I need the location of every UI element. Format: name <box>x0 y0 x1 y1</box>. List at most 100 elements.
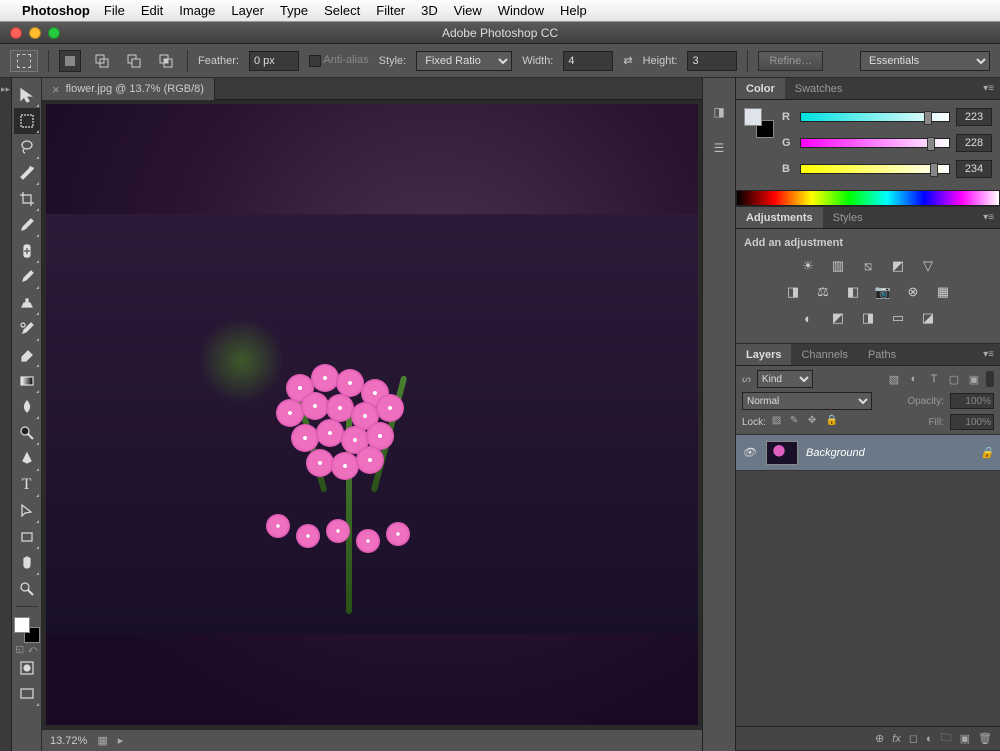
adjustments-panel-menu-icon[interactable]: ▾≡ <box>977 207 1000 228</box>
swap-colors-icon[interactable]: ⤺ <box>28 644 38 655</box>
history-brush-tool[interactable] <box>14 316 40 342</box>
zoom-tool[interactable] <box>14 576 40 602</box>
new-layer-icon[interactable]: ▣ <box>960 732 970 745</box>
doc-info-arrow-icon[interactable]: ▸ <box>118 734 124 747</box>
filter-shape-icon[interactable]: ▢ <box>946 371 962 387</box>
dodge-tool[interactable] <box>14 420 40 446</box>
menu-image[interactable]: Image <box>179 3 215 18</box>
curves-icon[interactable]: ⧅ <box>858 257 878 275</box>
channel-mixer-icon[interactable]: ⊗ <box>903 283 923 301</box>
window-minimize-button[interactable] <box>29 27 41 39</box>
foreground-color-swatch[interactable] <box>14 617 30 633</box>
layer-style-icon[interactable]: fx <box>892 733 901 745</box>
menu-window[interactable]: Window <box>498 3 544 18</box>
tab-paths[interactable]: Paths <box>858 344 906 365</box>
crop-tool[interactable] <box>14 186 40 212</box>
color-ramp[interactable] <box>736 190 1000 206</box>
color-panel-menu-icon[interactable]: ▾≡ <box>977 78 1000 99</box>
doc-info-icon[interactable]: ▦ <box>97 734 107 747</box>
layer-mask-icon[interactable]: ◻ <box>909 732 918 745</box>
tab-color[interactable]: Color <box>736 78 785 99</box>
layer-filter-kind[interactable]: Kind <box>757 370 813 388</box>
exposure-icon[interactable]: ◩ <box>888 257 908 275</box>
link-layers-icon[interactable]: ⊕ <box>875 732 884 745</box>
selection-new-icon[interactable] <box>59 50 81 72</box>
layer-row[interactable]: 👁 Background 🔒 <box>736 435 1000 471</box>
menu-select[interactable]: Select <box>324 3 360 18</box>
style-select[interactable]: Fixed Ratio <box>416 51 512 71</box>
type-tool[interactable]: T <box>14 472 40 498</box>
b-slider[interactable] <box>800 164 950 174</box>
workspace-switcher[interactable]: Essentials <box>860 51 990 71</box>
menu-edit[interactable]: Edit <box>141 3 163 18</box>
tab-swatches[interactable]: Swatches <box>785 78 853 99</box>
eyedropper-tool[interactable] <box>14 212 40 238</box>
b-input[interactable] <box>956 160 992 178</box>
layer-visibility-icon[interactable]: 👁 <box>742 446 758 459</box>
path-selection-tool[interactable] <box>14 498 40 524</box>
layer-name[interactable]: Background <box>806 447 865 459</box>
rectangle-tool[interactable] <box>14 524 40 550</box>
move-tool[interactable] <box>14 82 40 108</box>
history-panel-icon[interactable]: ◨ <box>709 104 729 120</box>
layers-panel-menu-icon[interactable]: ▾≡ <box>977 344 1000 365</box>
width-input[interactable] <box>563 51 613 71</box>
lock-image-icon[interactable]: ✎ <box>790 415 804 429</box>
filter-smart-icon[interactable]: ▣ <box>966 371 982 387</box>
menu-filter[interactable]: Filter <box>376 3 405 18</box>
hand-tool[interactable] <box>14 550 40 576</box>
menu-type[interactable]: Type <box>280 3 308 18</box>
left-collapse-strip[interactable]: ▸▸ <box>0 78 12 751</box>
window-zoom-button[interactable] <box>48 27 60 39</box>
selection-subtract-icon[interactable] <box>123 50 145 72</box>
window-close-button[interactable] <box>10 27 22 39</box>
menu-file[interactable]: File <box>104 3 125 18</box>
filter-toggle-icon[interactable] <box>986 371 994 387</box>
fill-adjustment-layer-icon[interactable]: ◐ <box>926 733 933 745</box>
tool-preset-picker[interactable] <box>10 50 38 72</box>
app-name[interactable]: Photoshop <box>22 3 90 18</box>
refine-edge-button[interactable]: Refine… <box>758 51 823 71</box>
invert-icon[interactable]: ◐ <box>798 309 818 327</box>
r-slider[interactable] <box>800 112 950 122</box>
brightness-contrast-icon[interactable]: ☀ <box>798 257 818 275</box>
posterize-icon[interactable]: ◩ <box>828 309 848 327</box>
black-white-icon[interactable]: ◧ <box>843 283 863 301</box>
lock-transparent-icon[interactable]: ▨ <box>772 415 786 429</box>
tab-adjustments[interactable]: Adjustments <box>736 207 823 228</box>
selection-intersect-icon[interactable] <box>155 50 177 72</box>
blur-tool[interactable] <box>14 394 40 420</box>
vibrance-icon[interactable]: ▽ <box>918 257 938 275</box>
gradient-map-icon[interactable]: ▭ <box>888 309 908 327</box>
color-panel-swatches[interactable] <box>744 108 774 138</box>
pen-tool[interactable] <box>14 446 40 472</box>
tab-layers[interactable]: Layers <box>736 344 791 365</box>
color-swatches[interactable] <box>14 617 40 643</box>
selective-color-icon[interactable]: ◪ <box>918 309 938 327</box>
r-input[interactable] <box>956 108 992 126</box>
feather-input[interactable] <box>249 51 299 71</box>
lasso-tool[interactable] <box>14 134 40 160</box>
tab-styles[interactable]: Styles <box>823 207 873 228</box>
photo-filter-icon[interactable]: 📷 <box>873 283 893 301</box>
eraser-tool[interactable] <box>14 342 40 368</box>
swap-wh-icon[interactable]: ⇄ <box>623 54 632 67</box>
opacity-input[interactable] <box>950 393 994 409</box>
screen-mode-icon[interactable] <box>14 681 40 707</box>
tab-channels[interactable]: Channels <box>791 344 857 365</box>
quick-mask-icon[interactable] <box>14 655 40 681</box>
document-tab[interactable]: × flower.jpg @ 13.7% (RGB/8) <box>42 78 215 100</box>
color-balance-icon[interactable]: ⚖ <box>813 283 833 301</box>
threshold-icon[interactable]: ◨ <box>858 309 878 327</box>
height-input[interactable] <box>687 51 737 71</box>
selection-add-icon[interactable] <box>91 50 113 72</box>
healing-brush-tool[interactable] <box>14 238 40 264</box>
layer-thumbnail[interactable] <box>766 441 798 465</box>
lock-position-icon[interactable]: ✥ <box>808 415 822 429</box>
magic-wand-tool[interactable] <box>14 160 40 186</box>
blend-mode-select[interactable]: Normal <box>742 392 872 410</box>
delete-layer-icon[interactable]: 🗑 <box>978 732 992 745</box>
menu-help[interactable]: Help <box>560 3 587 18</box>
properties-panel-icon[interactable]: ☰ <box>709 140 729 156</box>
filter-pixel-icon[interactable]: ▧ <box>886 371 902 387</box>
